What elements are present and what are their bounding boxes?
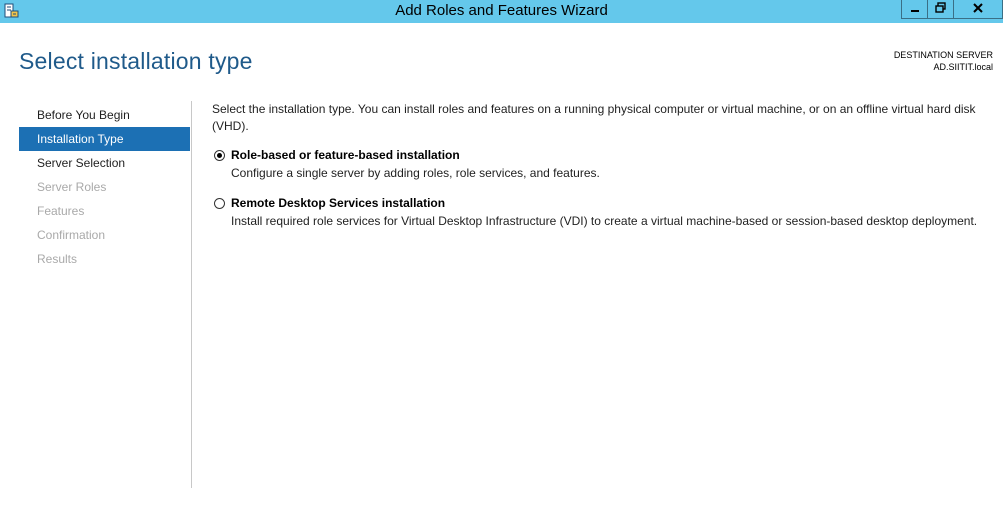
radio-remote-desktop[interactable] — [214, 198, 225, 209]
nav-item-features: Features — [37, 204, 85, 218]
wizard-window: Add Roles and Features Wizard Select ins… — [0, 0, 1003, 505]
option-description: Configure a single server by adding role… — [231, 166, 600, 180]
close-button[interactable] — [953, 0, 1003, 19]
option-role-based[interactable]: Role-based or feature-based installation… — [212, 148, 992, 181]
radio-selected-dot — [217, 153, 222, 158]
option-title[interactable]: Role-based or feature-based installation — [231, 148, 992, 163]
wizard-nav: Before You Begin Installation Type Serve… — [19, 103, 190, 271]
intro-text: Select the installation type. You can in… — [212, 102, 976, 133]
restore-icon — [935, 0, 946, 18]
window-title: Add Roles and Features Wizard — [395, 2, 608, 19]
nav-item-results: Results — [37, 252, 78, 266]
minimize-icon — [910, 0, 920, 18]
nav-item-installation-type[interactable]: Installation Type — [19, 127, 190, 151]
nav-item-server-selection[interactable]: Server Selection — [19, 151, 190, 175]
nav-item-server-roles: Server Roles — [37, 180, 107, 194]
title-bar[interactable]: Add Roles and Features Wizard — [0, 0, 1003, 23]
option-title[interactable]: Remote Desktop Services installation — [231, 196, 992, 211]
destination-server-value: AD.SIITIT.local — [933, 62, 993, 72]
destination-server: DESTINATION SERVER AD.SIITIT.local — [894, 49, 993, 73]
main-content: Select the installation type. You can in… — [212, 101, 992, 229]
destination-server-label: DESTINATION SERVER — [893, 50, 993, 60]
radio-role-based[interactable] — [214, 150, 225, 161]
nav-divider — [191, 101, 192, 488]
nav-item-before-you-begin[interactable]: Before You Begin — [19, 103, 190, 127]
window-controls — [901, 0, 1003, 20]
nav-item-confirmation: Confirmation — [37, 228, 106, 242]
option-remote-desktop[interactable]: Remote Desktop Services installation Ins… — [212, 196, 992, 229]
page-title: Select installation type — [19, 48, 253, 74]
minimize-button[interactable] — [901, 0, 928, 19]
option-description: Install required role services for Virtu… — [231, 214, 978, 228]
close-icon — [973, 0, 983, 18]
restore-button[interactable] — [927, 0, 954, 19]
